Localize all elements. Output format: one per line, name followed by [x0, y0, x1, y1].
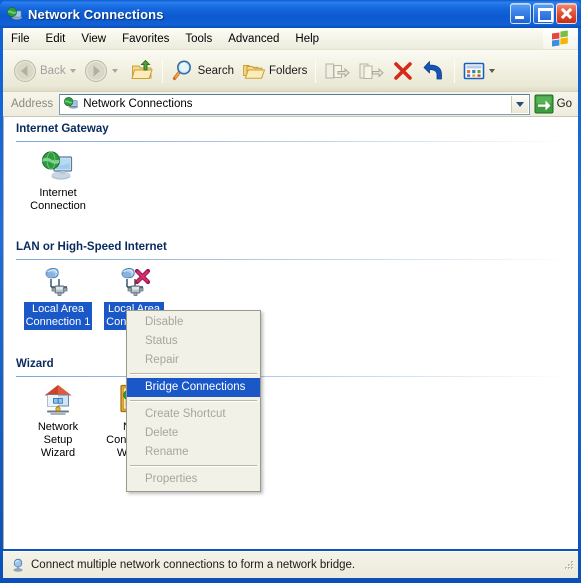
context-menu-item-disable[interactable]: Disable: [127, 313, 260, 332]
menu-item-advanced[interactable]: Advanced: [221, 31, 286, 47]
wizard-label: Network Setup Wizard: [37, 421, 79, 459]
folders-icon: [242, 59, 266, 83]
up-folder-icon: [130, 59, 154, 83]
search-button[interactable]: Search: [167, 54, 238, 88]
windows-flag-icon: [543, 28, 577, 49]
lan-connection-disconnected-icon: [117, 265, 151, 299]
delete-button[interactable]: [388, 54, 418, 88]
context-menu-separator-1: [130, 373, 257, 375]
copy-to-folder-icon: [358, 59, 385, 83]
network-setup-wizard-icon: [41, 383, 75, 417]
close-button[interactable]: [556, 3, 577, 24]
folders-button[interactable]: Folders: [238, 54, 311, 88]
group-rule-2: [16, 259, 570, 260]
internet-connection-icon: [41, 149, 75, 183]
search-icon: [171, 59, 195, 83]
address-label: Address: [11, 98, 54, 110]
toolbar-separator: [161, 58, 163, 83]
toolbar: Back Search Folders: [3, 50, 578, 92]
menu-item-edit[interactable]: Edit: [39, 31, 73, 47]
chevron-down-icon[interactable]: [510, 95, 528, 113]
context-menu-item-repair[interactable]: Repair: [127, 351, 260, 370]
network-bridge-icon: [10, 557, 26, 573]
back-arrow-icon: [13, 59, 37, 83]
window-controls: [510, 3, 577, 24]
status-bar: Connect multiple network connections to …: [3, 551, 578, 578]
menu-item-favorites[interactable]: Favorites: [115, 31, 176, 47]
delete-x-icon: [392, 60, 414, 82]
undo-button[interactable]: [418, 54, 450, 88]
menu-item-help[interactable]: Help: [288, 31, 326, 47]
group-header-lan: LAN or High-Speed Internet: [16, 241, 167, 253]
address-input[interactable]: Network Connections: [59, 93, 530, 115]
group-header-internet-gateway: Internet Gateway: [16, 123, 109, 135]
context-menu-item-create-shortcut[interactable]: Create Shortcut: [127, 405, 260, 424]
window-title: Network Connections: [28, 6, 164, 22]
address-value: Network Connections: [83, 98, 193, 110]
connection-item-local-area-connection-1[interactable]: Local Area Connection 1: [20, 265, 96, 330]
context-menu-item-delete[interactable]: Delete: [127, 424, 260, 443]
connection-item-internet-connection[interactable]: Internet Connection: [20, 149, 96, 214]
group-header-wizard: Wizard: [16, 358, 54, 370]
network-globe-icon: [6, 6, 23, 23]
context-menu-separator-2: [130, 400, 257, 402]
context-menu-item-properties[interactable]: Properties: [127, 470, 260, 489]
context-menu-item-bridge-connections[interactable]: Bridge Connections: [127, 378, 260, 397]
connection-label: Local Area Connection 1: [23, 302, 93, 330]
back-button[interactable]: Back: [9, 54, 80, 88]
context-menu-item-rename[interactable]: Rename: [127, 443, 260, 462]
views-dropdown-icon[interactable]: [489, 68, 496, 73]
menu-item-tools[interactable]: Tools: [178, 31, 219, 47]
folders-label: Folders: [269, 64, 308, 77]
views-icon: [463, 61, 485, 81]
forward-arrow-icon: [84, 59, 108, 83]
status-text: Connect multiple network connections to …: [31, 559, 356, 571]
toolbar-separator-3: [454, 58, 456, 83]
network-globe-icon: [63, 96, 79, 112]
group-rule-1: [16, 141, 570, 142]
connection-label: Internet Connection: [30, 187, 86, 212]
title-bar[interactable]: Network Connections: [0, 0, 581, 28]
maximize-button[interactable]: [533, 3, 554, 24]
context-menu[interactable]: Disable Status Repair Bridge Connections…: [126, 310, 261, 492]
back-label: Back: [40, 64, 66, 77]
up-button[interactable]: [126, 54, 158, 88]
address-bar: Address Network Connections Go: [3, 92, 578, 117]
resize-grip[interactable]: [559, 557, 575, 573]
move-to-folder-icon: [324, 59, 351, 83]
status-pane: Connect multiple network connections to …: [5, 555, 559, 576]
back-dropdown-icon[interactable]: [69, 68, 76, 73]
lan-connection-icon: [41, 265, 75, 299]
copy-to-folder-button[interactable]: [354, 54, 388, 88]
toolbar-separator-2: [315, 58, 317, 83]
group-rule-3: [16, 376, 570, 377]
menu-item-view[interactable]: View: [74, 31, 113, 47]
move-to-folder-button[interactable]: [320, 54, 354, 88]
minimize-button[interactable]: [510, 3, 531, 24]
menu-item-file[interactable]: File: [4, 31, 37, 47]
go-button[interactable]: Go: [530, 93, 578, 115]
go-arrow-icon: [534, 94, 554, 114]
views-button[interactable]: [459, 54, 499, 88]
search-label: Search: [197, 64, 235, 77]
forward-dropdown-icon[interactable]: [111, 68, 118, 73]
network-connections-window: Network Connections File Edit View Favor…: [0, 0, 581, 583]
forward-button[interactable]: [80, 54, 122, 88]
menu-bar: File Edit View Favorites Tools Advanced …: [3, 28, 578, 50]
go-label: Go: [556, 98, 572, 110]
context-menu-item-status[interactable]: Status: [127, 332, 260, 351]
undo-arrow-icon: [422, 60, 446, 82]
wizard-item-network-setup-wizard[interactable]: Network Setup Wizard: [20, 383, 96, 461]
connections-list-view[interactable]: Internet Gateway Internet Connection LAN…: [3, 117, 578, 549]
context-menu-separator-3: [130, 465, 257, 467]
